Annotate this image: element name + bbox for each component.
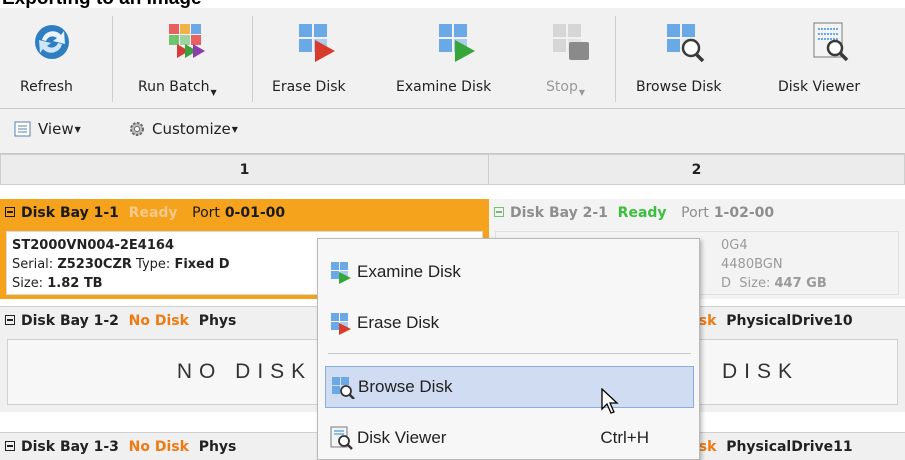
erase-disk-button[interactable]: Erase Disk	[268, 8, 364, 108]
page-caption: Exporting to an Image	[0, 0, 905, 8]
browse-disk-icon	[663, 20, 707, 64]
refresh-button[interactable]: Refresh	[14, 8, 90, 108]
context-menu: Examine Disk Erase Disk Browse Disk Disk…	[317, 238, 700, 460]
physical-drive: PhysicalDrive11	[726, 439, 853, 455]
bay-name: Disk Bay 1-3	[21, 439, 119, 455]
secondary-toolbar: View ▼ Customize ▼	[0, 109, 905, 154]
toolbar-divider	[112, 16, 113, 102]
bay-status: Ready	[128, 205, 178, 221]
run-batch-label: Run Batch▼	[138, 79, 217, 97]
disk-viewer-icon	[808, 20, 852, 64]
refresh-icon	[30, 20, 74, 64]
view-label: View	[38, 120, 74, 138]
main-toolbar: Refresh Run Batch▼ Erase Disk Examine Di…	[0, 8, 905, 109]
physical-drive: Phys	[198, 439, 237, 455]
run-batch-button[interactable]: Run Batch▼	[130, 8, 250, 108]
gear-icon	[128, 120, 146, 138]
chevron-down-icon: ▼	[210, 88, 217, 97]
menu-separator	[328, 353, 691, 354]
mouse-pointer-icon	[601, 387, 621, 420]
browse-disk-label: Browse Disk	[636, 79, 722, 95]
toolbar-divider	[252, 16, 253, 102]
chevron-down-icon: ▼	[74, 124, 81, 134]
view-menu-button[interactable]: View ▼	[14, 120, 81, 138]
disk-viewer-icon	[325, 426, 355, 450]
chevron-down-icon: ▼	[578, 88, 585, 97]
bay-1-1-header[interactable]: Disk Bay 1-1 Ready Port 0-01-00	[0, 199, 489, 227]
menu-item-label: Examine Disk	[357, 262, 461, 281]
chevron-down-icon: ▼	[231, 124, 238, 134]
erase-disk-icon	[325, 311, 355, 335]
examine-disk-label: Examine Disk	[396, 79, 492, 95]
erase-disk-label: Erase Disk	[272, 79, 346, 95]
port-label: Port	[681, 205, 709, 221]
menu-item-examine-disk[interactable]: Examine Disk	[325, 251, 694, 293]
erase-disk-icon	[295, 20, 339, 64]
port-value: 0-01-00	[224, 205, 286, 221]
customize-menu-button[interactable]: Customize ▼	[128, 120, 238, 138]
bay-name: Disk Bay 1-1	[21, 205, 119, 221]
collapse-icon[interactable]	[5, 441, 15, 451]
port-value: 1-02-00	[713, 205, 775, 221]
customize-label: Customize	[152, 120, 231, 138]
menu-item-label: Browse Disk	[358, 377, 453, 396]
menu-item-disk-viewer[interactable]: Disk Viewer Ctrl+H	[325, 417, 694, 459]
physical-drive: Phys	[198, 313, 237, 329]
examine-disk-icon	[435, 20, 479, 64]
refresh-label: Refresh	[20, 79, 73, 95]
serial-value: Z5230CZR	[57, 257, 132, 272]
column-header-2: 2	[488, 154, 905, 185]
menu-shortcut: Ctrl+H	[600, 428, 649, 447]
bay-status: No Disk	[128, 313, 189, 329]
view-icon	[14, 120, 32, 138]
type-value: Fixed D	[174, 257, 230, 272]
run-batch-icon	[163, 20, 207, 64]
browse-disk-icon	[326, 375, 356, 400]
collapse-icon[interactable]	[5, 315, 15, 325]
column-header-1: 1	[0, 154, 489, 185]
collapse-icon[interactable]	[5, 207, 15, 217]
examine-disk-icon	[325, 260, 355, 284]
disk-viewer-button[interactable]: Disk Viewer	[772, 8, 892, 108]
bay-name: Disk Bay 1-2	[21, 313, 119, 329]
browse-disk-button[interactable]: Browse Disk	[630, 8, 734, 108]
collapse-icon[interactable]	[494, 207, 504, 217]
stop-label: Stop▼	[546, 79, 585, 97]
bay-status: No Disk	[128, 439, 189, 455]
bay-name: Disk Bay 2-1	[510, 205, 608, 221]
examine-disk-button[interactable]: Examine Disk	[392, 8, 526, 108]
menu-item-label: Erase Disk	[357, 313, 440, 332]
disk-viewer-label: Disk Viewer	[778, 79, 861, 95]
size-value: 1.82 TB	[47, 276, 103, 291]
physical-drive: PhysicalDrive10	[726, 313, 853, 329]
stop-icon	[549, 20, 593, 64]
menu-item-label: Disk Viewer	[357, 428, 447, 447]
bay-2-1-header[interactable]: Disk Bay 2-1 Ready Port 1-02-00	[489, 199, 905, 227]
bay-status: Ready	[617, 205, 667, 221]
menu-item-erase-disk[interactable]: Erase Disk	[325, 302, 694, 344]
port-label: Port	[192, 205, 220, 221]
menu-item-browse-disk[interactable]: Browse Disk	[325, 366, 694, 408]
stop-button[interactable]: Stop▼	[540, 8, 600, 108]
toolbar-divider	[615, 16, 616, 102]
caption-text: Exporting to an Image	[2, 0, 202, 8]
